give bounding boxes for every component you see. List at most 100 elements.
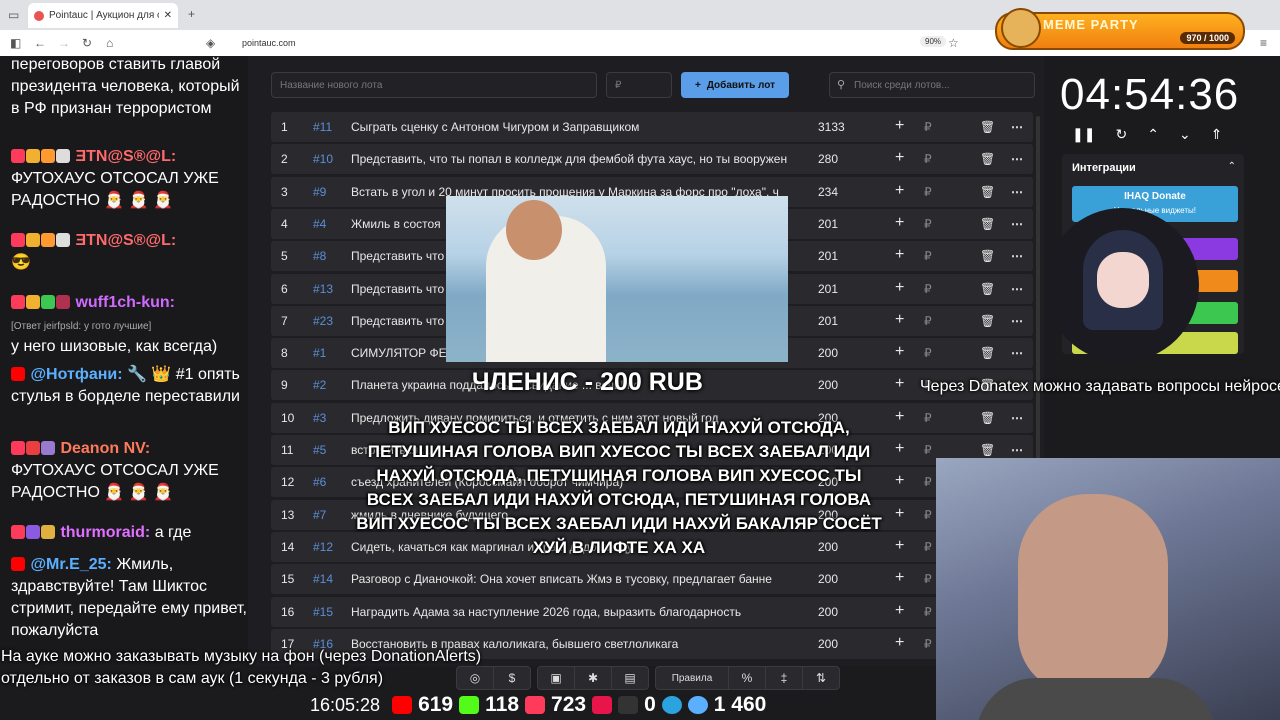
- add-amount-icon[interactable]: +: [895, 343, 904, 361]
- lot-amount[interactable]: 200: [818, 378, 838, 392]
- add-amount-icon[interactable]: +: [895, 375, 904, 393]
- lot-amount[interactable]: 3133: [818, 120, 845, 134]
- chat-nick[interactable]: Deanon NV:: [60, 440, 150, 457]
- trash-icon[interactable]: 🗑: [980, 282, 995, 296]
- add-amount-icon[interactable]: +: [895, 214, 904, 232]
- lot-row[interactable]: 16 #15 Наградить Адама за наступление 2026…: [271, 596, 1033, 627]
- forward-icon[interactable]: →: [58, 36, 70, 50]
- add-amount-icon[interactable]: +: [895, 182, 904, 200]
- add-amount-icon[interactable]: +: [895, 537, 904, 555]
- chat-nick[interactable]: ƎTN@S®@L:: [75, 232, 176, 249]
- trash-icon[interactable]: 🗑: [980, 411, 995, 425]
- ruble-icon[interactable]: ₽: [924, 605, 932, 619]
- add-amount-icon[interactable]: +: [895, 505, 904, 523]
- ruble-icon[interactable]: ₽: [924, 411, 932, 425]
- add-amount-icon[interactable]: +: [895, 472, 904, 490]
- trash-icon[interactable]: 🗑: [980, 249, 995, 263]
- reset-icon[interactable]: ↻: [1115, 126, 1127, 143]
- pause-icon[interactable]: ❚❚: [1072, 126, 1095, 143]
- ruble-icon[interactable]: ₽: [924, 120, 932, 134]
- chat-nick[interactable]: @Нотфани:: [30, 366, 122, 383]
- ruble-icon[interactable]: ₽: [924, 185, 932, 199]
- lot-amount[interactable]: 201: [818, 217, 838, 231]
- double-chevron-up-icon[interactable]: ⇑: [1211, 126, 1223, 143]
- chat-nick[interactable]: wuff1ch-kun:: [75, 294, 175, 311]
- add-lot-button[interactable]: + Добавить лот: [681, 72, 789, 98]
- tab-overview-icon[interactable]: ▭: [8, 8, 19, 22]
- more-icon[interactable]: ⋯: [1011, 443, 1023, 457]
- shield-icon[interactable]: ◈: [206, 36, 215, 50]
- amount-input[interactable]: ₽: [606, 72, 672, 98]
- more-icon[interactable]: ⋯: [1011, 282, 1023, 296]
- trash-icon[interactable]: 🗑: [980, 185, 995, 199]
- lot-name[interactable]: Сыграть сценку с Антоном Чигуром и Запра…: [351, 120, 791, 134]
- lot-row[interactable]: 2 #10 Представить, что ты попал в колледж …: [271, 144, 1033, 175]
- add-amount-icon[interactable]: +: [895, 246, 904, 264]
- more-icon[interactable]: ⋯: [1011, 217, 1023, 231]
- chevron-up-icon[interactable]: ⌃: [1147, 126, 1159, 143]
- lot-name[interactable]: Разговор с Дианочкой: Она хочет вписать …: [351, 572, 791, 586]
- lot-row[interactable]: 15 #14 Разговор с Дианочкой: Она хочет впи…: [271, 564, 1033, 595]
- back-icon[interactable]: ←: [34, 36, 46, 50]
- bug-icon[interactable]: ✱: [575, 667, 612, 689]
- add-amount-icon[interactable]: +: [895, 602, 904, 620]
- add-amount-icon[interactable]: +: [895, 408, 904, 426]
- add-amount-icon[interactable]: +: [895, 117, 904, 135]
- trash-icon[interactable]: 🗑: [980, 217, 995, 231]
- lot-amount[interactable]: 280: [818, 152, 838, 166]
- ruble-icon[interactable]: ₽: [924, 152, 932, 166]
- trash-icon[interactable]: 🗑: [980, 152, 995, 166]
- split-icon[interactable]: ‡: [766, 667, 803, 689]
- add-amount-icon[interactable]: +: [895, 311, 904, 329]
- ruble-icon[interactable]: ₽: [924, 572, 932, 586]
- trash-icon[interactable]: 🗑: [980, 346, 995, 360]
- trash-icon[interactable]: 🗑: [980, 314, 995, 328]
- more-icon[interactable]: ⋯: [1011, 120, 1023, 134]
- more-icon[interactable]: ⋯: [1011, 411, 1023, 425]
- trash-icon[interactable]: 🗑: [980, 443, 995, 457]
- ruble-icon[interactable]: ₽: [924, 637, 932, 651]
- menu-icon[interactable]: ≡: [1260, 36, 1267, 50]
- clear-icon[interactable]: ▤: [612, 667, 648, 689]
- chat-nick[interactable]: thurmoraid:: [60, 524, 150, 541]
- new-tab-icon[interactable]: +: [188, 7, 195, 21]
- lot-amount[interactable]: 200: [818, 605, 838, 619]
- lot-name[interactable]: Наградить Адама за наступление 2026 года…: [351, 605, 791, 619]
- zoom-level[interactable]: 90%: [920, 36, 947, 47]
- chevron-down-icon[interactable]: ⌄: [1179, 126, 1191, 143]
- sidebar-icon[interactable]: ◧: [10, 36, 21, 50]
- home-icon[interactable]: ⌂: [106, 36, 113, 50]
- ruble-icon[interactable]: ₽: [924, 508, 932, 522]
- collapse-icon[interactable]: ⌃: [1228, 161, 1236, 172]
- ruble-icon[interactable]: ₽: [924, 282, 932, 296]
- lot-amount[interactable]: 201: [818, 249, 838, 263]
- lot-amount[interactable]: 200: [818, 346, 838, 360]
- lot-amount[interactable]: 200: [818, 637, 838, 651]
- rules-button[interactable]: Правила: [656, 667, 729, 689]
- more-icon[interactable]: ⋯: [1011, 314, 1023, 328]
- close-tab-icon[interactable]: ✕: [164, 10, 172, 21]
- more-icon[interactable]: ⋯: [1011, 185, 1023, 199]
- add-amount-icon[interactable]: +: [895, 440, 904, 458]
- add-amount-icon[interactable]: +: [895, 279, 904, 297]
- search-lots-input[interactable]: Поиск среди лотов...: [829, 72, 1035, 98]
- add-amount-icon[interactable]: +: [895, 149, 904, 167]
- more-icon[interactable]: ⋯: [1011, 346, 1023, 360]
- browser-tab[interactable]: Pointauc | Аукцион для стримe ✕: [28, 3, 178, 28]
- trash-icon[interactable]: 🗑: [980, 120, 995, 134]
- lot-name[interactable]: Представить, что ты попал в колледж для …: [351, 152, 791, 166]
- lot-amount[interactable]: 201: [818, 282, 838, 296]
- add-amount-icon[interactable]: +: [895, 634, 904, 652]
- lot-amount[interactable]: 234: [818, 185, 838, 199]
- sort-icon[interactable]: ⇅: [803, 667, 839, 689]
- more-icon[interactable]: ⋯: [1011, 249, 1023, 263]
- ruble-icon[interactable]: ₽: [924, 540, 932, 554]
- add-amount-icon[interactable]: +: [895, 569, 904, 587]
- github-icon[interactable]: ◎: [457, 667, 494, 689]
- bookmark-star-icon[interactable]: ☆: [948, 36, 959, 50]
- ruble-icon[interactable]: ₽: [924, 249, 932, 263]
- save-icon[interactable]: ▣: [538, 667, 575, 689]
- reload-icon[interactable]: ↻: [82, 36, 92, 50]
- chat-nick[interactable]: @Mr.E_25:: [30, 556, 111, 573]
- more-icon[interactable]: ⋯: [1011, 152, 1023, 166]
